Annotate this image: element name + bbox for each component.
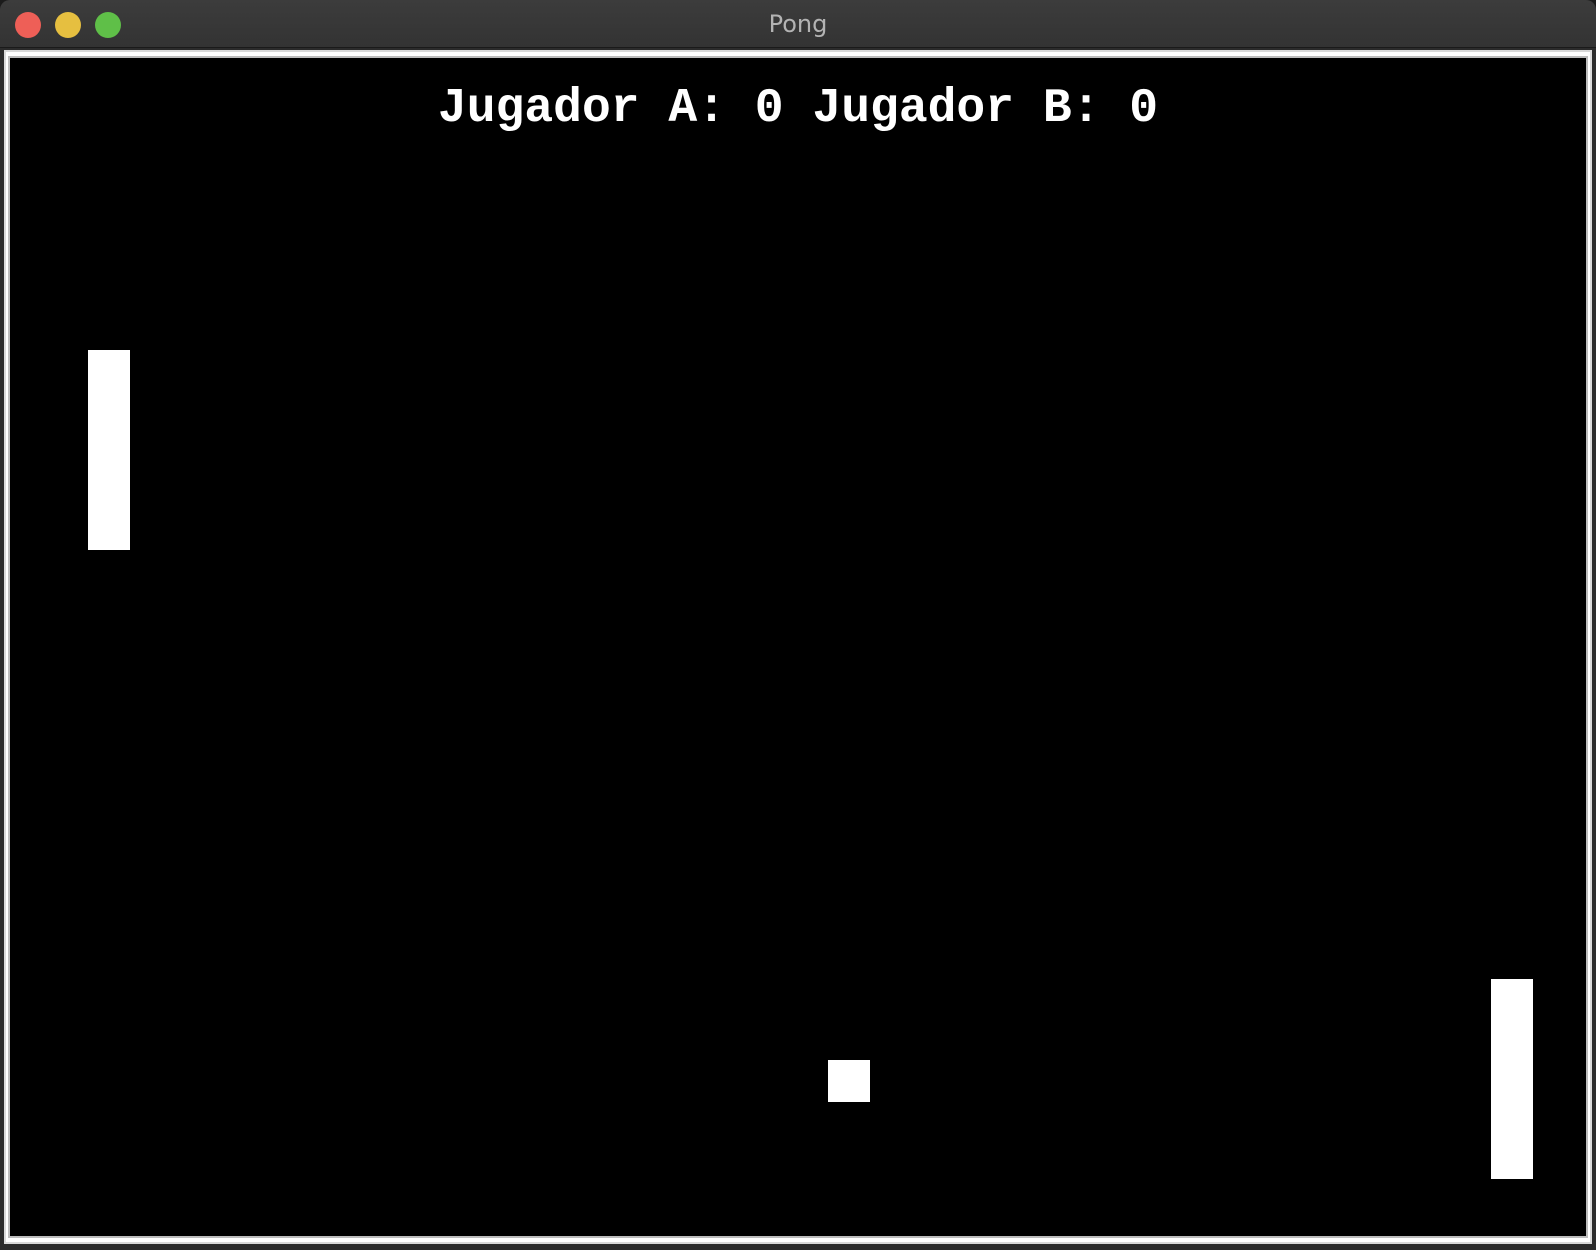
left-paddle — [88, 350, 130, 550]
scoreboard: Jugador A: 0 Jugador B: 0 — [10, 82, 1586, 136]
game-canvas[interactable]: Jugador A: 0 Jugador B: 0 — [8, 56, 1588, 1238]
player-b-label: Jugador B: — [812, 82, 1101, 136]
window-title: Pong — [768, 10, 828, 38]
player-b-score: 0 — [1129, 82, 1159, 136]
pong-window: Pong Jugador A: 0 Jugador B: 0 — [0, 0, 1596, 1250]
player-a-score: 0 — [754, 82, 784, 136]
player-a-label: Jugador A: — [437, 82, 726, 136]
right-paddle — [1491, 979, 1533, 1179]
title-bar[interactable]: Pong — [0, 0, 1596, 48]
ball — [828, 1060, 870, 1102]
